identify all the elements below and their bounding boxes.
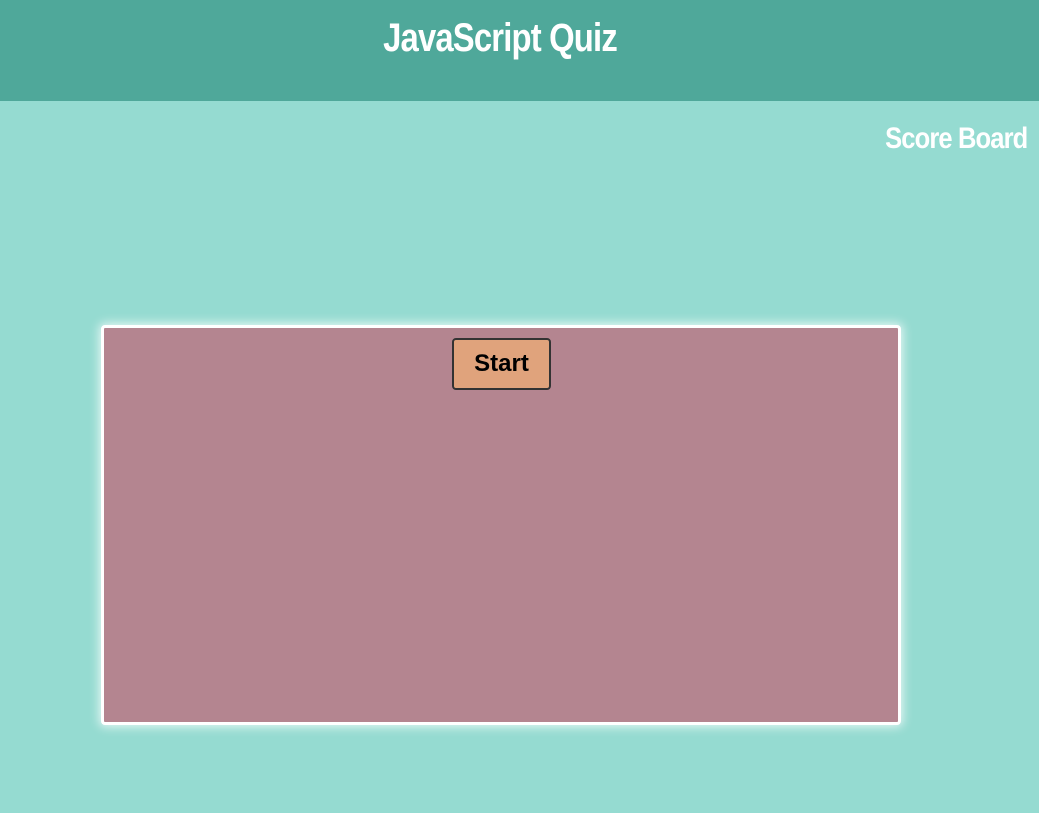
quiz-container: Start bbox=[101, 325, 901, 725]
start-button[interactable]: Start bbox=[452, 338, 551, 390]
page-title: JavaScript Quiz bbox=[383, 16, 618, 60]
scoreboard-link[interactable]: Score Board bbox=[885, 120, 1028, 158]
page-header: JavaScript Quiz bbox=[0, 0, 1039, 101]
